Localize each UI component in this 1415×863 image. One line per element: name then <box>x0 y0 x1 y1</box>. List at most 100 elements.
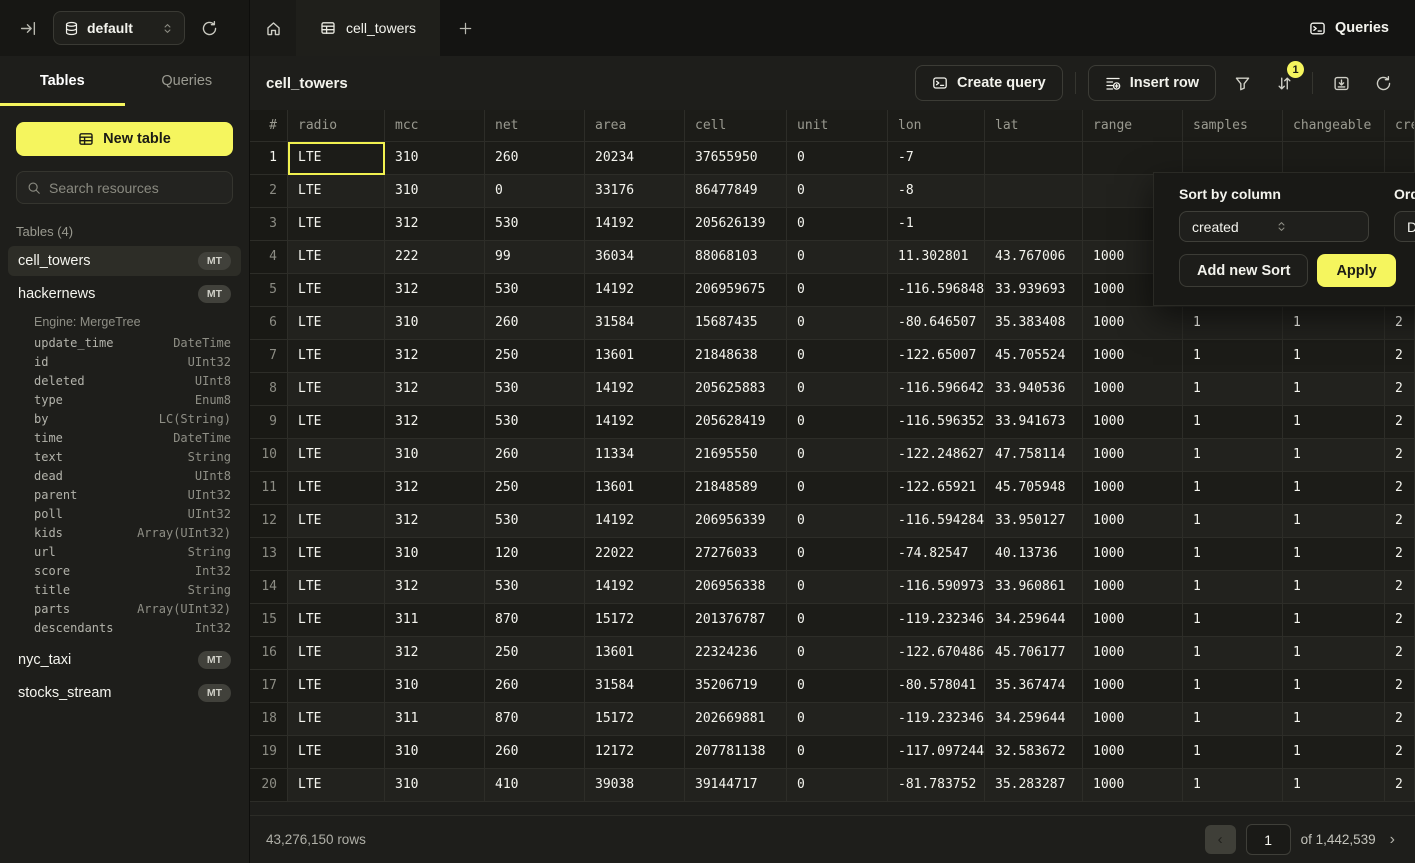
table-cell[interactable]: 1000 <box>1083 637 1183 670</box>
table-cell[interactable]: 31584 <box>585 670 685 703</box>
table-cell[interactable]: 312 <box>385 340 485 373</box>
table-cell[interactable]: 32.583672 <box>985 736 1083 769</box>
table-cell[interactable]: LTE <box>288 472 385 505</box>
table-cell[interactable]: 15172 <box>585 604 685 637</box>
column-header-radio[interactable]: radio <box>288 110 385 142</box>
table-cell[interactable]: 530 <box>485 406 585 439</box>
table-cell[interactable]: 1 <box>1283 571 1385 604</box>
table-cell[interactable]: 0 <box>787 670 888 703</box>
table-cell[interactable]: 0 <box>787 142 888 175</box>
table-cell[interactable]: 11334 <box>585 439 685 472</box>
table-cell[interactable]: 1000 <box>1083 340 1183 373</box>
table-cell[interactable]: 1000 <box>1083 439 1183 472</box>
sidebar-table-stocks_stream[interactable]: stocks_streamMT <box>8 678 241 708</box>
table-cell[interactable]: 310 <box>385 769 485 802</box>
table-cell[interactable]: 33.950127 <box>985 505 1083 538</box>
tab-cell-towers[interactable]: cell_towers <box>296 0 440 56</box>
table-cell[interactable]: 312 <box>385 637 485 670</box>
table-cell[interactable]: LTE <box>288 208 385 241</box>
table-cell[interactable]: 39144717 <box>685 769 787 802</box>
column-header-unit[interactable]: unit <box>787 110 888 142</box>
table-cell[interactable]: 2 <box>1385 604 1415 637</box>
table-cell[interactable]: 205628419 <box>685 406 787 439</box>
column-header-row-number[interactable]: # <box>250 110 288 142</box>
table-cell[interactable]: 31584 <box>585 307 685 340</box>
table-cell[interactable]: 1 <box>1283 505 1385 538</box>
table-cell[interactable]: -116.596642 <box>888 373 985 406</box>
table-cell[interactable]: -122.65007 <box>888 340 985 373</box>
table-cell[interactable]: 1 <box>1283 472 1385 505</box>
table-cell[interactable]: -116.596848 <box>888 274 985 307</box>
column-header-samples[interactable]: samples <box>1183 110 1283 142</box>
table-cell[interactable]: 310 <box>385 736 485 769</box>
table-cell[interactable]: 310 <box>385 307 485 340</box>
table-cell[interactable]: 1 <box>1183 538 1283 571</box>
table-cell[interactable]: 34.259644 <box>985 604 1083 637</box>
table-cell[interactable]: 1000 <box>1083 769 1183 802</box>
table-cell[interactable]: 13601 <box>585 340 685 373</box>
table-cell[interactable]: 1 <box>1283 307 1385 340</box>
table-cell[interactable]: 99 <box>485 241 585 274</box>
table-cell[interactable]: 1 <box>1183 637 1283 670</box>
table-cell[interactable]: LTE <box>288 604 385 637</box>
table-cell[interactable]: -80.646507 <box>888 307 985 340</box>
table-cell[interactable]: 35.383408 <box>985 307 1083 340</box>
table-cell[interactable] <box>1283 142 1385 175</box>
table-cell[interactable]: -74.82547 <box>888 538 985 571</box>
apply-sort-button[interactable]: Apply <box>1317 254 1395 287</box>
table-cell[interactable]: 33.939693 <box>985 274 1083 307</box>
column-header-cell[interactable]: cell <box>685 110 787 142</box>
table-cell[interactable]: 2 <box>1385 373 1415 406</box>
table-cell[interactable]: 0 <box>787 241 888 274</box>
table-cell[interactable]: 2 <box>1385 340 1415 373</box>
table-cell[interactable]: 22022 <box>585 538 685 571</box>
table-cell[interactable]: LTE <box>288 340 385 373</box>
database-selector[interactable]: default <box>53 11 185 45</box>
table-cell[interactable]: 202669881 <box>685 703 787 736</box>
table-cell[interactable]: -7 <box>888 142 985 175</box>
create-query-button[interactable]: Create query <box>915 65 1063 101</box>
table-cell[interactable]: 34.259644 <box>985 703 1083 736</box>
table-cell[interactable]: 0 <box>787 208 888 241</box>
column-header-mcc[interactable]: mcc <box>385 110 485 142</box>
table-cell[interactable]: 45.705524 <box>985 340 1083 373</box>
table-cell[interactable]: 14192 <box>585 406 685 439</box>
table-cell[interactable]: 21695550 <box>685 439 787 472</box>
table-cell[interactable]: 12172 <box>585 736 685 769</box>
table-cell[interactable]: 530 <box>485 274 585 307</box>
table-cell[interactable] <box>1385 142 1415 175</box>
table-cell[interactable]: 1 <box>1283 439 1385 472</box>
table-cell[interactable]: 33176 <box>585 175 685 208</box>
table-cell[interactable]: 21848638 <box>685 340 787 373</box>
table-cell[interactable]: -116.594284 <box>888 505 985 538</box>
table-cell[interactable]: 1000 <box>1083 604 1183 637</box>
table-cell[interactable]: 20234 <box>585 142 685 175</box>
refresh-table-button[interactable] <box>1367 67 1399 99</box>
table-cell[interactable]: LTE <box>288 571 385 604</box>
table-cell[interactable]: LTE <box>288 274 385 307</box>
column-header-area[interactable]: area <box>585 110 685 142</box>
table-cell[interactable]: 530 <box>485 373 585 406</box>
table-cell[interactable]: 1 <box>1283 736 1385 769</box>
table-cell[interactable]: 1 <box>1183 505 1283 538</box>
table-cell[interactable]: 35.283287 <box>985 769 1083 802</box>
table-cell[interactable]: 33.960861 <box>985 571 1083 604</box>
table-cell[interactable]: 33.940536 <box>985 373 1083 406</box>
table-cell[interactable]: 2 <box>1385 307 1415 340</box>
table-cell[interactable]: LTE <box>288 769 385 802</box>
table-cell[interactable]: 1000 <box>1083 736 1183 769</box>
table-cell[interactable]: -122.65921 <box>888 472 985 505</box>
table-cell[interactable]: 1 <box>1183 604 1283 637</box>
table-cell[interactable]: -81.783752 <box>888 769 985 802</box>
table-cell[interactable]: LTE <box>288 142 385 175</box>
table-cell[interactable]: 2 <box>1385 670 1415 703</box>
table-cell[interactable]: 0 <box>787 604 888 637</box>
table-cell[interactable]: 2 <box>1385 406 1415 439</box>
column-header-range[interactable]: range <box>1083 110 1183 142</box>
table-cell[interactable]: 1 <box>1283 340 1385 373</box>
table-cell[interactable]: 39038 <box>585 769 685 802</box>
sort-button[interactable]: 1 <box>1268 67 1300 99</box>
table-cell[interactable]: 250 <box>485 472 585 505</box>
table-cell[interactable]: 14192 <box>585 274 685 307</box>
table-cell[interactable]: 14192 <box>585 208 685 241</box>
